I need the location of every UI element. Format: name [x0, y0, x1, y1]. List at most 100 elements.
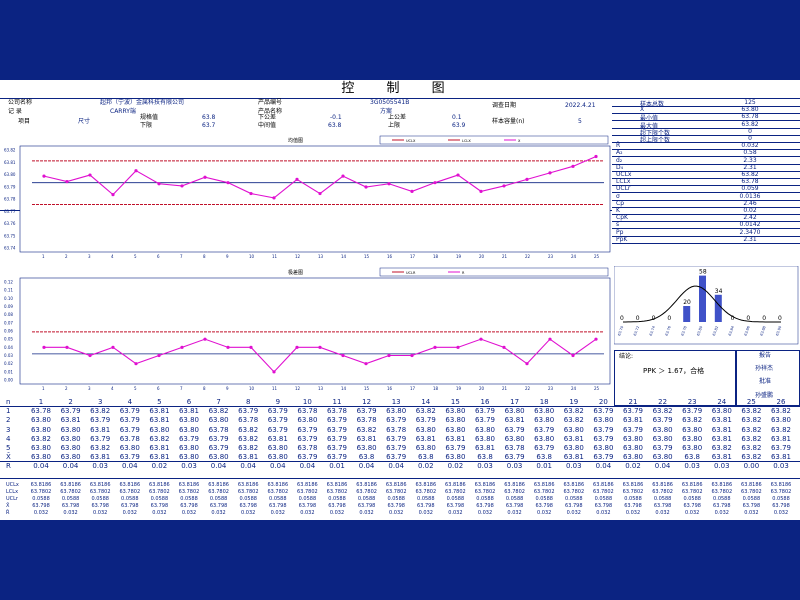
x-tick-label: 24: [571, 386, 577, 391]
table-cell: 63.82: [208, 407, 229, 416]
stat-label: D₄: [616, 163, 624, 171]
table-cell: 0.01: [536, 462, 552, 471]
item-label: 项目: [18, 118, 31, 125]
footer-cell: 0.0588: [180, 495, 198, 502]
table-divider: [0, 477, 800, 479]
data-point: [341, 174, 345, 178]
histogram-bar: [699, 275, 706, 322]
x-tick-label: 9: [226, 254, 229, 259]
table-cell: 63.80: [682, 444, 703, 452]
footer-cell: 63.8186: [622, 481, 644, 488]
stat-value: 0.059: [741, 185, 759, 193]
table-cell: 63.79: [267, 416, 288, 425]
footer-cell: 0.0588: [476, 495, 494, 502]
footer-cell: 63.798: [417, 502, 435, 509]
table-cell: 63.79: [682, 407, 703, 416]
footer-cell: 63.8186: [681, 481, 703, 488]
x-tick-label: 17: [410, 386, 416, 391]
table-cell: 0.03: [714, 462, 730, 471]
footer-cell: 0.0588: [328, 495, 346, 502]
data-point: [433, 345, 437, 349]
table-cell: 63.81: [356, 434, 377, 443]
data-point: [571, 164, 575, 168]
upper-tol-value: 0.1: [452, 114, 462, 121]
table-cell: 63.81: [238, 453, 259, 462]
conclusion-label: 结论:: [619, 353, 634, 360]
table-cell: 63.80: [622, 434, 644, 443]
stat-label: Pp: [616, 228, 624, 236]
footer-cell: 0.0588: [653, 495, 672, 502]
table-cell: 63.81: [149, 453, 170, 462]
data-point: [502, 184, 506, 188]
column-header: 7: [216, 398, 221, 406]
table-cell: 63.79: [178, 434, 200, 443]
table-cell: 63.81: [622, 416, 644, 425]
table-cell: 63.80: [415, 444, 436, 452]
bar-value-label: 0: [620, 315, 624, 322]
table-cell: 63.82: [238, 434, 259, 443]
table-cell: 63.79: [119, 407, 140, 416]
column-header: 16: [480, 398, 490, 406]
data-point: [433, 181, 437, 185]
table-cell: 63.81: [267, 434, 288, 443]
histogram-bar: [683, 306, 691, 322]
x-tick-label: 14: [341, 386, 347, 391]
data-point: [387, 353, 391, 358]
footer-row-label: R̄: [6, 509, 10, 516]
data-point: [203, 175, 207, 179]
table-cell: 63.79: [326, 425, 348, 434]
table-cell: 0.03: [773, 462, 789, 471]
footer-cell: 63.7802: [652, 488, 673, 495]
x-tick-label: 22: [525, 254, 531, 259]
column-header: 17: [510, 398, 520, 406]
footer-cell: 63.798: [239, 502, 257, 509]
footer-cell: 63.798: [357, 502, 376, 509]
y-tick-label: 63.82: [4, 148, 16, 153]
legend-label: LCLX: [462, 139, 471, 143]
table-divider: [0, 406, 800, 407]
table-cell: 0.04: [595, 462, 612, 471]
table-cell: 0.03: [566, 462, 582, 471]
footer-cell: 63.8186: [297, 481, 318, 488]
table-cell: 63.81: [711, 453, 732, 462]
column-header: 15: [450, 398, 460, 406]
x-tick-label: 20: [479, 386, 485, 391]
table-cell: 63.80: [504, 434, 525, 443]
legend-label: UCLX: [406, 139, 416, 143]
footer-cell: 63.8186: [385, 481, 407, 488]
table-cell: 63.79: [504, 453, 525, 462]
table-cell: 63.80: [60, 453, 81, 462]
table-cell: 63.79: [208, 434, 229, 443]
bar-value-label: 0: [762, 315, 766, 322]
table-cell: 0.04: [62, 462, 79, 471]
data-point: [42, 174, 46, 178]
footer-cell: 0.032: [300, 509, 315, 516]
table-cell: 63.80: [415, 425, 436, 434]
data-point: [111, 193, 115, 197]
stat-value: 0.02: [743, 207, 757, 214]
bar-value-label: 34: [715, 288, 723, 295]
data-point: [157, 182, 161, 186]
table-cell: 63.81: [149, 444, 170, 452]
footer-cell: 63.7802: [267, 488, 289, 495]
table-cell: 63.80: [593, 444, 614, 452]
table-cell: 63.79: [326, 434, 348, 443]
x-tick-label: 9: [226, 386, 229, 391]
footer-cell: 63.7802: [208, 488, 229, 495]
footer-cell: 0.0588: [91, 495, 109, 502]
footer-cell: 0.032: [359, 509, 374, 516]
x-tick-label: 20: [479, 254, 485, 259]
footer-cell: 0.0588: [446, 495, 465, 502]
footer-cell: 0.032: [507, 509, 522, 516]
stat-value: 2.31: [743, 163, 757, 171]
lower-tol-label: 下公差: [258, 114, 277, 121]
table-divider: [0, 461, 800, 463]
sample-size-label: 样本容量(n): [492, 118, 525, 125]
table-cell: 0.04: [654, 462, 671, 471]
stat-value: 0.0142: [739, 221, 761, 229]
footer-cell: 63.8186: [711, 481, 733, 488]
footer-cell: 0.0588: [417, 495, 435, 502]
footer-cell: 0.032: [418, 509, 433, 516]
stat-value: 2.31: [743, 235, 757, 243]
table-cell: 63.80: [30, 425, 52, 434]
